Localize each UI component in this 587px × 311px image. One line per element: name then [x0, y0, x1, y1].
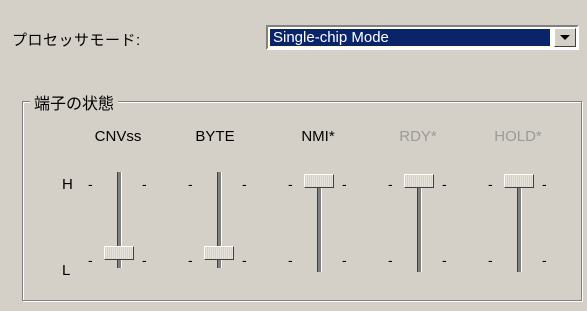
processor-mode-label: プロセッサモード:	[12, 32, 141, 49]
tick-low-right: -	[142, 252, 147, 268]
slider-track	[517, 176, 522, 272]
processor-mode-dropdown-button[interactable]	[554, 28, 576, 47]
tick-high-left: -	[288, 176, 293, 192]
processor-mode-value[interactable]: Single-chip Mode	[269, 28, 551, 47]
slider-thumb[interactable]	[204, 246, 234, 260]
pin-label-nmi: NMI*	[301, 128, 335, 145]
pin-slider-hold[interactable]: - - - -	[480, 172, 560, 282]
tick-low-left: -	[388, 252, 393, 268]
slider-track	[317, 176, 322, 272]
pin-label-byte: BYTE	[195, 128, 235, 145]
slider-thumb[interactable]	[304, 174, 334, 188]
high-label: H	[62, 176, 73, 193]
tick-high-right: -	[242, 176, 247, 192]
slider-thumb[interactable]	[504, 174, 534, 188]
tick-low-left: -	[288, 252, 293, 268]
slider-thumb[interactable]	[104, 246, 134, 260]
pin-state-title: 端子の状態	[30, 90, 119, 114]
tick-high-right: -	[342, 176, 347, 192]
pin-label-rdy: RDY*	[399, 128, 437, 145]
tick-high-left: -	[488, 176, 493, 192]
tick-low-right: -	[542, 252, 547, 268]
pin-slider-nmi[interactable]: - - - -	[280, 172, 360, 282]
tick-low-left: -	[88, 252, 93, 268]
tick-low-left: -	[188, 252, 193, 268]
tick-low-right: -	[442, 252, 447, 268]
slider-thumb[interactable]	[404, 174, 434, 188]
tick-low-right: -	[242, 252, 247, 268]
tick-high-right: -	[442, 176, 447, 192]
pin-slider-byte[interactable]: - - - -	[180, 172, 260, 282]
tick-high-left: -	[388, 176, 393, 192]
low-label: L	[62, 262, 71, 279]
chevron-down-icon	[560, 35, 570, 40]
processor-mode-select[interactable]: Single-chip Mode	[266, 25, 579, 50]
slider-track	[417, 176, 422, 272]
tick-high-left: -	[188, 176, 193, 192]
tick-low-right: -	[342, 252, 347, 268]
pin-slider-rdy[interactable]: - - - -	[380, 172, 460, 282]
tick-high-right: -	[542, 176, 547, 192]
tick-high-left: -	[88, 176, 93, 192]
tick-high-right: -	[142, 176, 147, 192]
pin-slider-cnvss[interactable]: - - - -	[80, 172, 160, 282]
pin-label-hold: HOLD*	[494, 128, 542, 145]
tick-low-left: -	[488, 252, 493, 268]
pin-label-cnvss: CNVss	[94, 128, 142, 145]
